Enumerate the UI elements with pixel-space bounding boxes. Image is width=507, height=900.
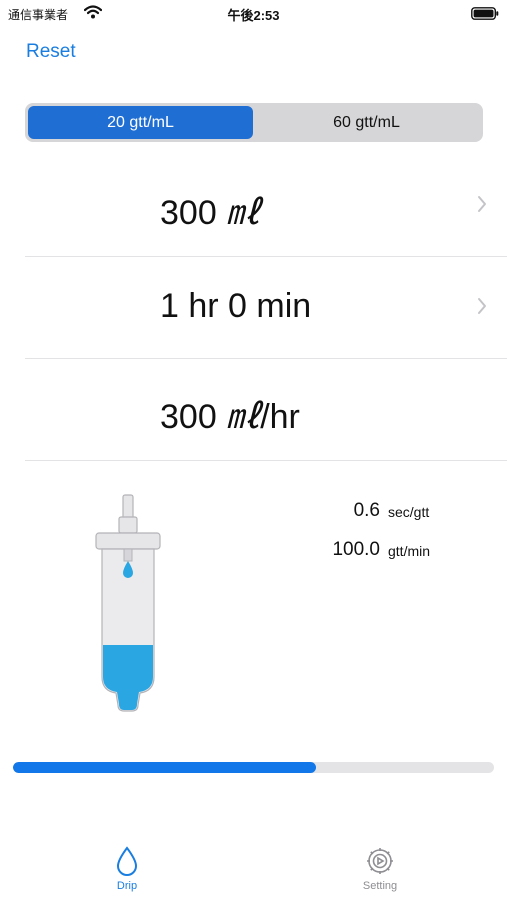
duration-value: 1 hr 0 min: [160, 287, 312, 325]
interval-stat: 0.6: [320, 500, 380, 522]
reset-button[interactable]: Reset: [26, 41, 76, 63]
gear-icon: [367, 848, 393, 874]
drop-icon: [116, 846, 138, 876]
progress-fill: [13, 762, 317, 773]
chevron-right-icon: [478, 196, 486, 212]
volume-unit: ㎖: [226, 193, 261, 233]
rate-row: 300 ㎖/hr: [25, 359, 507, 461]
rate-unit: ㎖: [226, 397, 261, 437]
volume-row[interactable]: 300 ㎖: [25, 155, 507, 257]
drops-value: 100.0: [332, 539, 380, 560]
row-divider: [25, 460, 507, 461]
segment-20-gtt[interactable]: 20 gtt/mL: [28, 106, 253, 139]
chevron-right-icon: [478, 298, 486, 314]
tab-drip[interactable]: Drip: [87, 846, 167, 900]
interval-unit: sec/gtt: [388, 504, 430, 520]
battery-icon: [471, 7, 499, 20]
drops-unit: gtt/min: [388, 543, 431, 559]
status-time: 午後2:53: [227, 8, 280, 23]
drip-chamber-icon: [95, 494, 161, 712]
tab-setting[interactable]: Setting: [340, 846, 420, 900]
tab-setting-label: Setting: [362, 880, 398, 892]
volume-value: 300 ㎖: [160, 193, 261, 233]
infusion-progress-bar: [13, 762, 494, 773]
segment-60-gtt[interactable]: 60 gtt/mL: [253, 106, 480, 139]
drops-stat: 100.0: [300, 539, 380, 561]
drop-factor-segmented-control: 20 gtt/mL 60 gtt/mL: [25, 103, 483, 142]
duration-row[interactable]: 1 hr 0 min: [25, 257, 507, 359]
status-bar: 通信事業者 午後2:53: [0, 0, 507, 26]
interval-value: 0.6: [353, 500, 380, 521]
rate-value: 300 ㎖/hr: [160, 397, 300, 437]
tab-drip-label: Drip: [116, 880, 138, 892]
